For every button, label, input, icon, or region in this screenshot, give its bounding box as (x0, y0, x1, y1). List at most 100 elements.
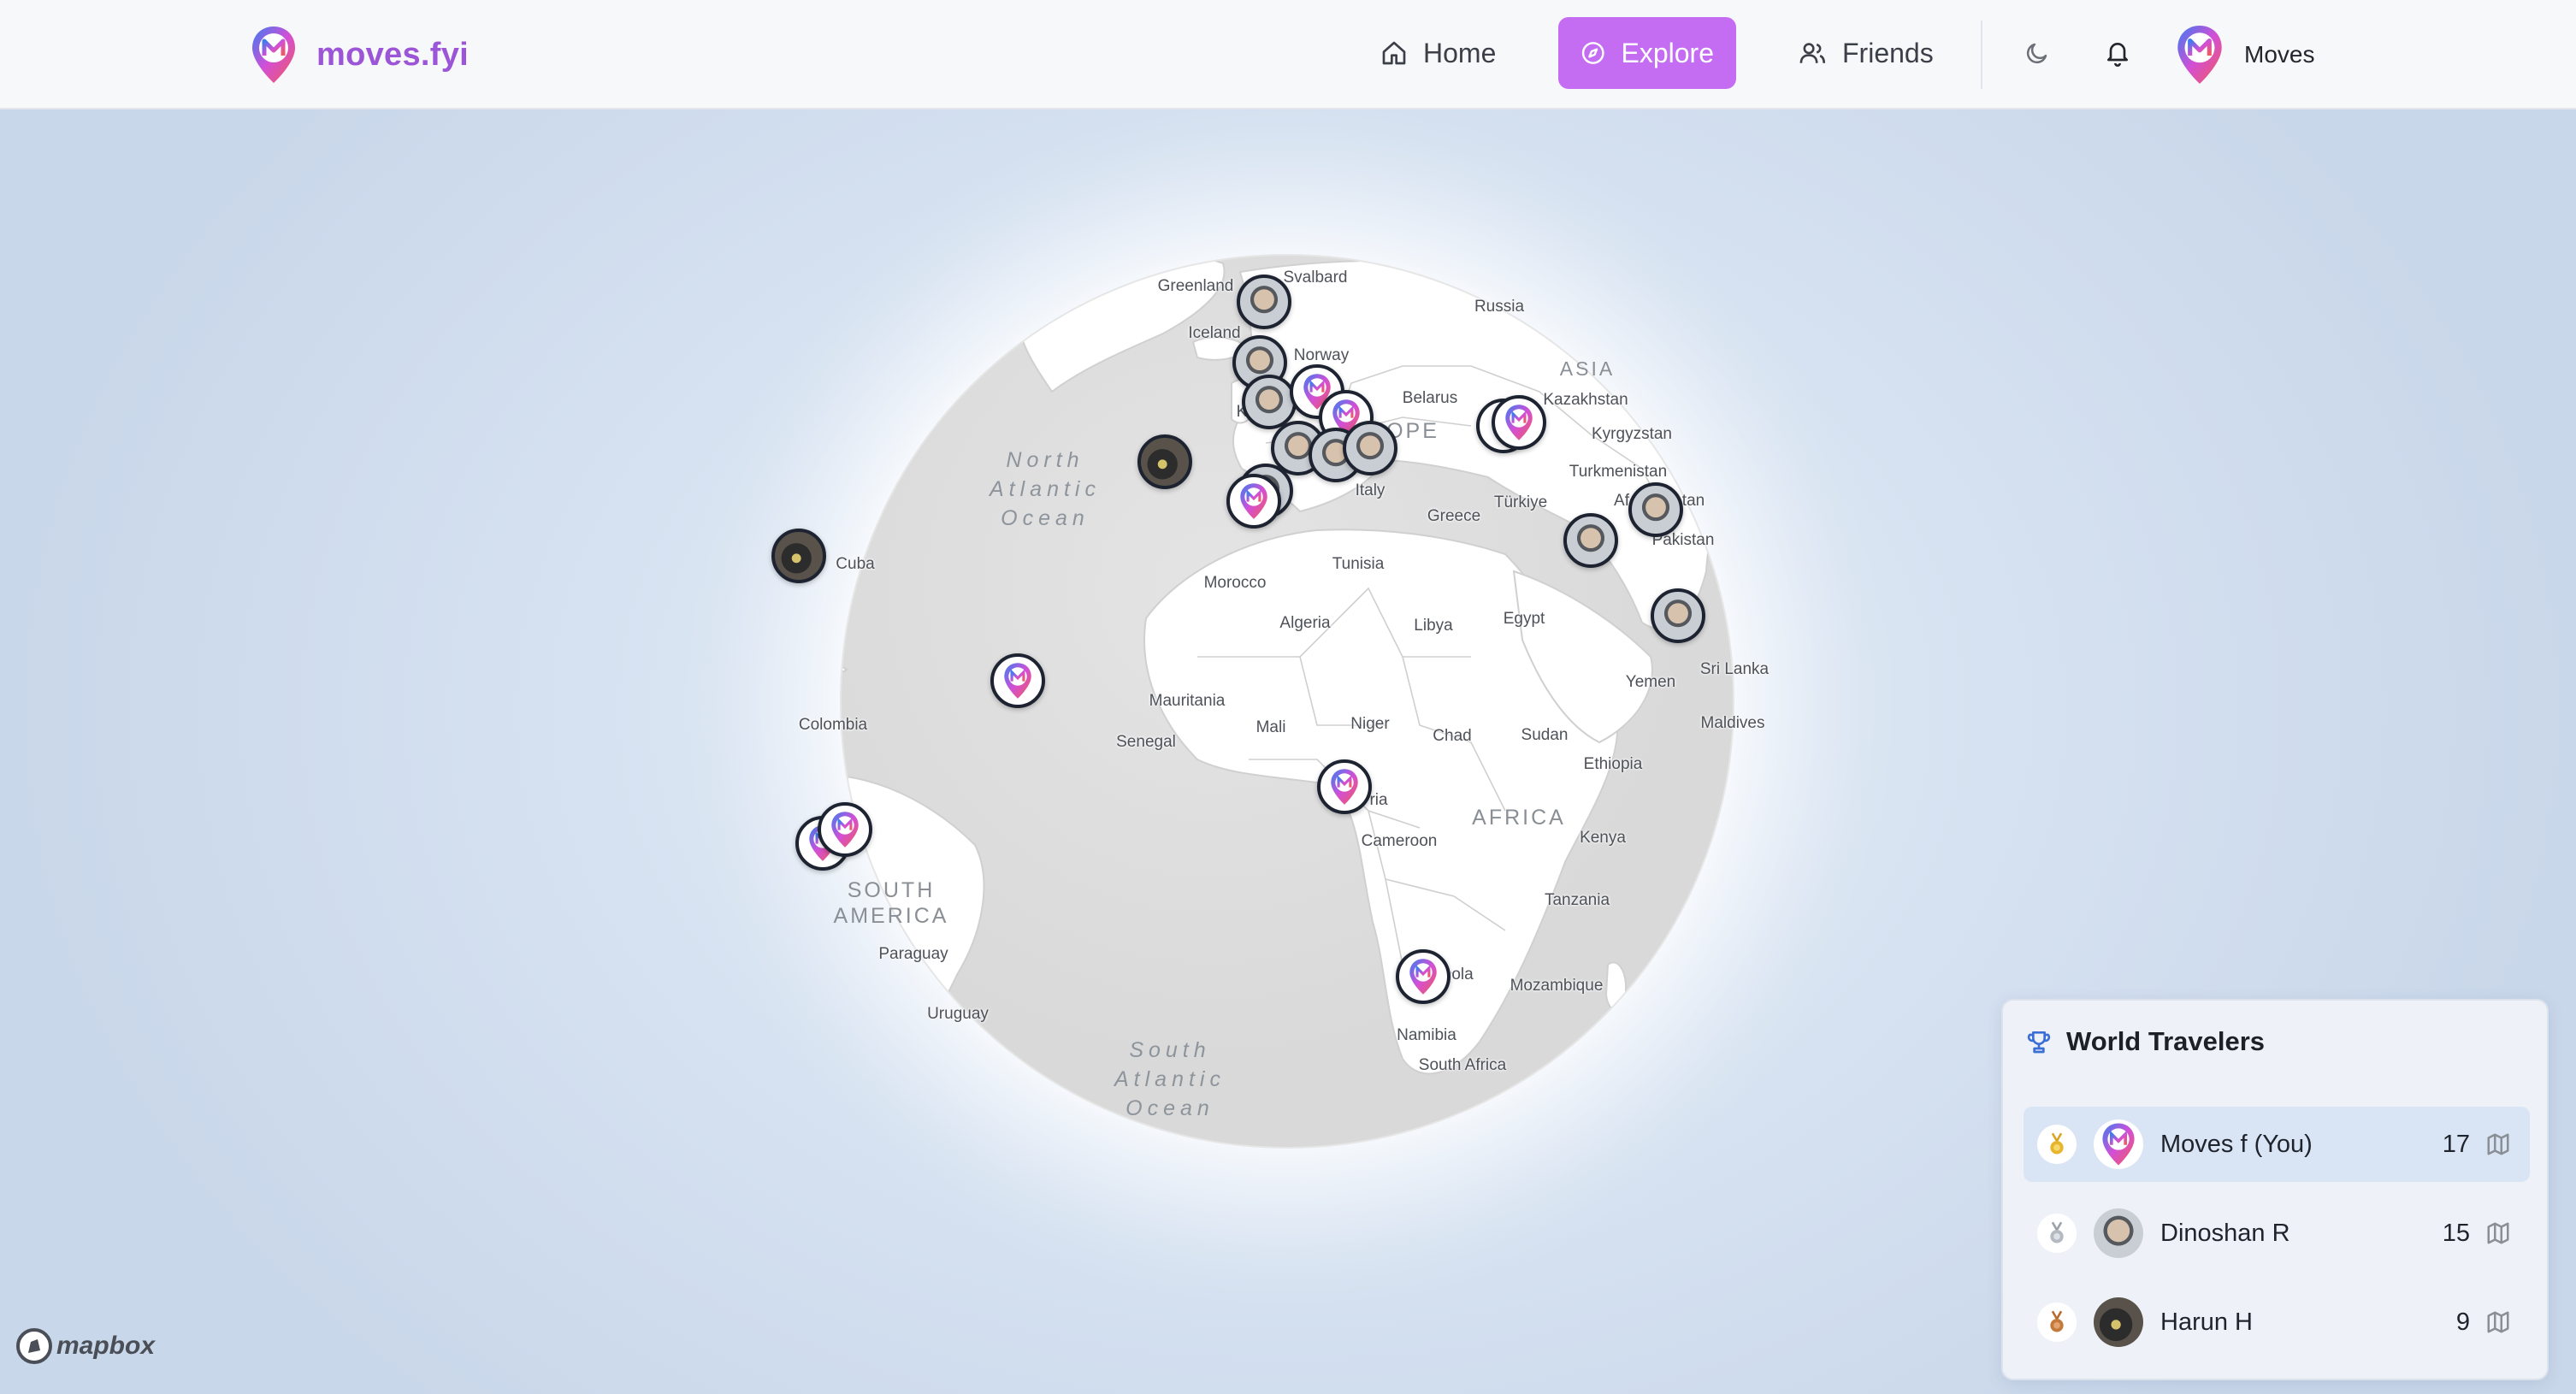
map-icon (2484, 1130, 2513, 1159)
map-label: Morocco (1203, 574, 1267, 592)
map-label: Mauritania (1149, 692, 1226, 710)
map-marker-logo[interactable] (1317, 759, 1372, 814)
map-marker-logo[interactable] (818, 802, 872, 857)
map-label: Svalbard (1283, 269, 1348, 286)
map-icon (2484, 1219, 2513, 1248)
map-label: Colombia (798, 716, 868, 734)
map-label: Senegal (1116, 733, 1176, 751)
map-marker-photo[interactable] (1237, 275, 1291, 329)
home-icon (1382, 41, 1406, 65)
map-label: Tunisia (1332, 555, 1385, 573)
leaderboard-title: World Travelers (2066, 1026, 2266, 1056)
nav-home-link[interactable]: Home (1358, 17, 1521, 89)
map-label: Yemen (1625, 673, 1676, 691)
moon-icon (2026, 43, 2047, 64)
avatar (2094, 1297, 2143, 1347)
leaderboard-name: Harun H (2160, 1308, 2253, 1336)
avatar (2177, 26, 2222, 84)
leaderboard-row[interactable]: Moves f (You) 17 (2024, 1107, 2530, 1182)
moves-logo-icon (1505, 405, 1533, 440)
moves-logo-icon (1409, 959, 1437, 995)
compass-icon (1581, 42, 1604, 64)
map-label: Egypt (1503, 610, 1545, 628)
ocean-label-north-atlantic: North Atlantic Ocean (990, 448, 1101, 530)
map-label: Cuba (836, 555, 875, 573)
map-marker-photo[interactable] (1343, 421, 1397, 475)
bronze-medal-icon (2037, 1302, 2077, 1342)
avatar (2094, 1119, 2143, 1169)
map-marker-photo[interactable] (1137, 434, 1192, 489)
map-label: tan (1681, 492, 1705, 510)
map-label: Uruguay (927, 1005, 989, 1023)
brand-logo-link[interactable]: moves.fyi (250, 22, 469, 87)
moves-logo-icon (1240, 483, 1267, 519)
map-label: South Africa (1418, 1056, 1507, 1074)
moves-logo-icon (1004, 663, 1031, 699)
top-navbar: moves.fyi Home Explore Friends Moves (0, 0, 2576, 109)
profile-menu[interactable]: Moves (2172, 22, 2314, 87)
map-label: Kenya (1580, 829, 1626, 847)
map-label: Greece (1427, 507, 1481, 525)
world-travelers-panel: World Travelers Moves f (You) 17 Dinosha… (2001, 999, 2549, 1380)
map-label: Norway (1293, 346, 1350, 364)
moves-logo-icon (252, 27, 295, 83)
map-label: Türkiye (1493, 493, 1548, 511)
users-icon (1799, 43, 1826, 63)
nav-divider (1981, 21, 1982, 89)
leaderboard-row[interactable]: Dinoshan R 15 (2024, 1196, 2530, 1271)
nav-explore-link[interactable]: Explore (1558, 17, 1736, 89)
map-label: Libya (1414, 617, 1453, 635)
map-icon (2484, 1308, 2513, 1337)
map-label: Kyrgyzstan (1592, 425, 1672, 443)
map-marker-logo[interactable] (990, 653, 1045, 708)
map-label: Af (1614, 492, 1629, 510)
region-label-africa: AFRICA (1472, 806, 1566, 830)
leaderboard-count: 9 (2455, 1308, 2470, 1336)
gold-medal-icon (2037, 1125, 2077, 1164)
bell-icon (2107, 43, 2128, 67)
map-label: Paraguay (878, 945, 948, 963)
map-marker-logo[interactable] (1396, 949, 1450, 1004)
avatar (2094, 1208, 2143, 1258)
moves-logo-icon (1331, 769, 1358, 805)
map-marker-photo[interactable] (1628, 482, 1683, 537)
map-label: Turkmenistan (1569, 463, 1668, 481)
leaderboard-name: Dinoshan R (2160, 1219, 2290, 1247)
nav-home-label: Home (1423, 37, 1497, 68)
mapbox-attribution[interactable]: mapbox (15, 1327, 155, 1365)
moves-logo-icon (831, 812, 859, 848)
map-marker-photo[interactable] (1651, 588, 1705, 643)
map-label: Namibia (1397, 1026, 1456, 1044)
map-label: Tanzania (1544, 891, 1610, 909)
map-label: Mozambique (1510, 977, 1604, 995)
nav-friends-link[interactable]: Friends (1775, 17, 1964, 89)
map-marker-photo[interactable] (1563, 513, 1618, 568)
mapbox-logo-icon (16, 1328, 52, 1364)
ocean-label-south-atlantic: South Atlantic Ocean (1114, 1038, 1226, 1120)
map-marker-photo[interactable] (1242, 375, 1297, 429)
map-label: Iceland (1188, 324, 1241, 342)
region-label-south-america: SOUTH AMERICA (833, 878, 949, 928)
map-marker-logo[interactable] (1226, 474, 1281, 529)
silver-medal-icon (2037, 1214, 2077, 1253)
leaderboard-header: World Travelers (2025, 1026, 2265, 1057)
map-label: Ethiopia (1583, 755, 1643, 773)
nav-explore-label: Explore (1621, 37, 1715, 68)
theme-toggle-button[interactable] (2013, 29, 2061, 77)
leaderboard-row[interactable]: Harun H 9 (2024, 1285, 2530, 1360)
map-label: Maldives (1700, 714, 1765, 732)
map-label: ria (1369, 791, 1388, 809)
leaderboard-count: 15 (2442, 1219, 2470, 1247)
region-label-asia: ASIA (1559, 357, 1616, 380)
notifications-button[interactable] (2094, 29, 2142, 77)
map-label: Cameroon (1361, 832, 1438, 850)
map-marker-photo[interactable] (771, 529, 826, 583)
map-label: Kazakhstan (1543, 391, 1628, 409)
brand-name: moves.fyi (316, 36, 470, 73)
map-marker-logo[interactable] (1492, 395, 1546, 450)
map-label: Sudan (1521, 726, 1569, 744)
nav-friends-label: Friends (1842, 37, 1934, 68)
map-label: Sri Lanka (1699, 660, 1770, 678)
map-label: Niger (1350, 715, 1390, 733)
leaderboard-name: Moves f (You) (2160, 1130, 2313, 1158)
